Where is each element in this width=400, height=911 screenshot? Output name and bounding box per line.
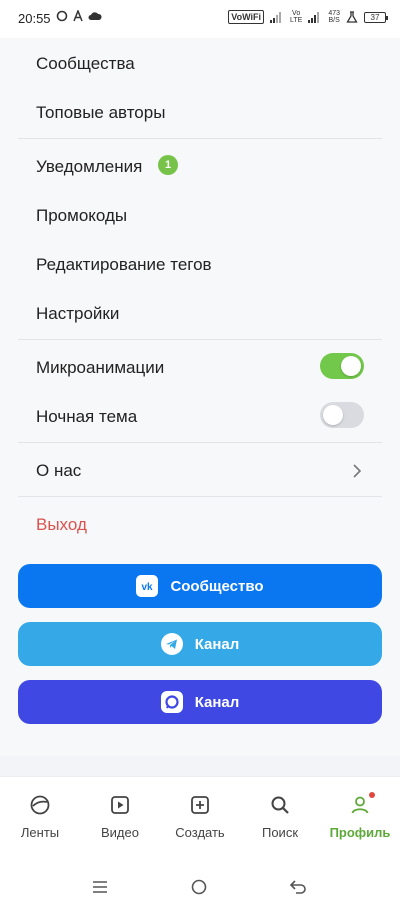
telegram-channel-button[interactable]: Канал bbox=[18, 622, 382, 666]
tab-search-label: Поиск bbox=[261, 825, 299, 840]
vk-icon: vk bbox=[136, 575, 159, 597]
signal-icon bbox=[269, 12, 281, 23]
max-button-label: Канал bbox=[194, 693, 240, 711]
chevron-right-icon bbox=[353, 464, 362, 478]
tab-create[interactable]: Создать bbox=[160, 777, 240, 849]
vk-community-button[interactable]: vk Сообщество bbox=[18, 564, 382, 608]
volte-indicator: Vo LTE bbox=[289, 10, 303, 24]
menu-item-settings[interactable]: Настройки bbox=[36, 304, 119, 324]
search-icon bbox=[271, 796, 289, 814]
bottom-tab-bar: Ленты Видео Создать Поиск Профиль bbox=[0, 776, 400, 848]
microanimations-label: Микроанимации bbox=[36, 358, 165, 377]
max-messenger-icon bbox=[160, 691, 183, 713]
telegram-button-label: Канал bbox=[194, 635, 240, 653]
tab-feeds[interactable]: Ленты bbox=[0, 777, 80, 849]
menu-item-communities[interactable]: Сообщества bbox=[36, 54, 135, 74]
tab-search[interactable]: Поиск bbox=[240, 777, 320, 849]
profile-content: Сообщества Топовые авторы Уведомления 1 … bbox=[0, 38, 400, 756]
microanimations-toggle[interactable] bbox=[320, 353, 364, 379]
system-navigation-bar bbox=[0, 848, 400, 911]
back-icon[interactable] bbox=[290, 880, 306, 894]
status-notification-icons bbox=[56, 10, 102, 22]
profile-icon bbox=[351, 796, 369, 814]
create-icon bbox=[191, 796, 209, 814]
divider bbox=[18, 339, 382, 340]
divider bbox=[18, 496, 382, 497]
status-system-icons: VoWiFi Vo LTE 473 B/S 37 bbox=[228, 10, 388, 24]
profile-notification-dot bbox=[369, 792, 375, 798]
divider bbox=[18, 138, 382, 139]
night-theme-label: Ночная тема bbox=[36, 407, 138, 426]
network-speed: 473 B/S bbox=[328, 10, 340, 24]
tab-profile[interactable]: Профиль bbox=[320, 777, 400, 849]
home-icon[interactable] bbox=[191, 879, 207, 895]
feed-icon bbox=[30, 795, 50, 815]
menu-item-promocodes[interactable]: Промокоды bbox=[36, 206, 127, 226]
content-bottom-gap bbox=[0, 756, 400, 776]
battery-icon: 37 bbox=[364, 11, 388, 23]
max-channel-button[interactable]: Канал bbox=[18, 680, 382, 724]
tab-create-label: Создать bbox=[175, 825, 225, 840]
notifications-badge: 1 bbox=[158, 155, 178, 175]
cloud-notification-icon bbox=[88, 12, 102, 20]
status-bar: 20:55 VoWiFi Vo LTE 473 B/S 37 bbox=[0, 0, 400, 38]
chat-notification-icon bbox=[56, 10, 68, 22]
tab-video[interactable]: Видео bbox=[80, 777, 160, 849]
logout-button[interactable]: Выход bbox=[36, 515, 87, 535]
menu-item-about[interactable]: О нас bbox=[36, 461, 81, 481]
tab-profile-label: Профиль bbox=[329, 825, 391, 840]
vk-button-label: Сообщество bbox=[170, 577, 264, 595]
telegram-icon bbox=[160, 633, 183, 655]
font-notification-icon bbox=[73, 10, 83, 22]
tab-feeds-label: Ленты bbox=[20, 825, 60, 840]
signal-2-icon bbox=[308, 12, 320, 23]
menu-item-tag-editing[interactable]: Редактирование тегов bbox=[36, 255, 212, 275]
status-time: 20:55 bbox=[18, 11, 51, 26]
menu-item-top-authors[interactable]: Топовые авторы bbox=[36, 103, 165, 123]
menu-card: Сообщества Топовые авторы Уведомления 1 … bbox=[0, 38, 400, 756]
night-theme-toggle[interactable] bbox=[320, 402, 364, 428]
tab-video-label: Видео bbox=[101, 825, 139, 840]
vowifi-indicator: VoWiFi bbox=[228, 10, 264, 24]
flask-icon bbox=[346, 11, 358, 23]
svg-text:vk: vk bbox=[142, 582, 154, 593]
recent-apps-icon[interactable] bbox=[92, 880, 108, 894]
menu-item-notifications[interactable]: Уведомления bbox=[36, 157, 142, 177]
divider bbox=[18, 442, 382, 443]
video-icon bbox=[111, 796, 129, 814]
